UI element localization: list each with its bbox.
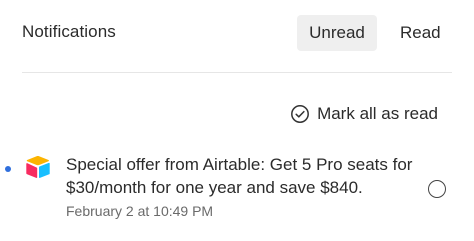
check-circle-icon [290,104,310,124]
mark-all-as-read-button[interactable]: Mark all as read [290,101,438,127]
tab-unread[interactable]: Unread [297,15,377,51]
notification-body: Special offer from Airtable: Get 5 Pro s… [66,153,416,219]
header-divider [22,72,452,73]
mark-as-read-empty-circle-icon[interactable] [428,180,446,198]
mark-all-as-read-label: Mark all as read [317,104,438,123]
unread-indicator [5,166,11,172]
tab-read[interactable]: Read [388,15,450,51]
page-title: Notifications [22,22,116,41]
notifications-header: Notifications Unread Read [0,0,474,70]
airtable-logo-icon [25,155,51,179]
notification-item[interactable]: Special offer from Airtable: Get 5 Pro s… [0,150,474,230]
notification-text: Special offer from Airtable: Get 5 Pro s… [66,155,413,197]
notification-timestamp: February 2 at 10:49 PM [66,203,214,219]
